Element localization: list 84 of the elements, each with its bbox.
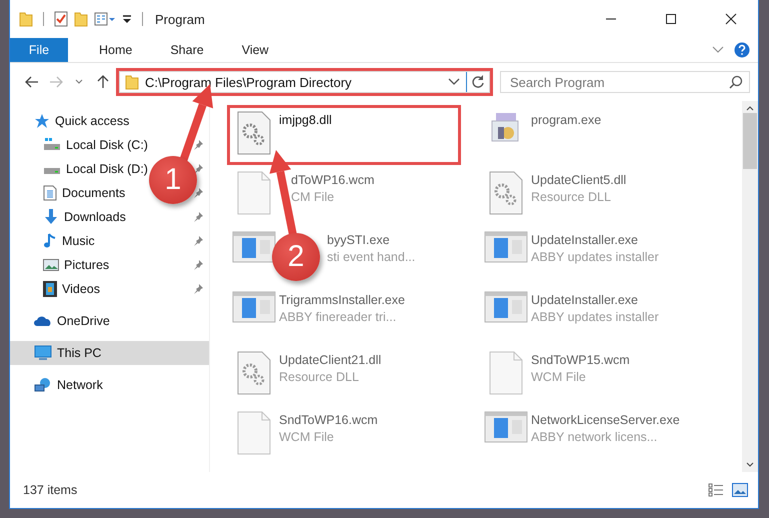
navigation-item[interactable]: Local Disk (D:) bbox=[66, 162, 148, 176]
file-name: imjpg8.dll bbox=[279, 113, 332, 127]
help-icon[interactable] bbox=[734, 42, 750, 58]
file-name[interactable]: UpdateInstaller.exe bbox=[531, 293, 659, 307]
blank-file-icon bbox=[489, 351, 523, 395]
application-icon bbox=[484, 291, 528, 323]
music-note-icon bbox=[43, 233, 57, 249]
monitor-icon bbox=[34, 345, 52, 361]
blank-file-icon bbox=[237, 411, 271, 455]
maximize-icon bbox=[665, 13, 677, 25]
window-title: Program bbox=[155, 12, 205, 26]
gear-file-icon bbox=[237, 111, 271, 155]
navigation-item[interactable]: Pictures bbox=[64, 258, 110, 272]
file-name[interactable]: byySTI.exe bbox=[327, 233, 416, 247]
properties-icon[interactable] bbox=[54, 11, 68, 27]
navigation-item[interactable]: Local Disk (C:) bbox=[66, 138, 148, 152]
file-menu-tab[interactable]: File bbox=[10, 38, 68, 62]
ribbon-tab[interactable]: View bbox=[222, 38, 288, 62]
network-icon bbox=[34, 377, 52, 393]
close-icon bbox=[725, 13, 737, 25]
film-icon bbox=[43, 281, 57, 297]
navigation-item[interactable]: Network bbox=[57, 378, 103, 392]
large-icons-view-icon[interactable] bbox=[732, 483, 748, 497]
file-name[interactable]: UpdateClient21.dll bbox=[279, 353, 382, 367]
file-type: ABBY network licens... bbox=[531, 430, 658, 444]
details-view-icon[interactable] bbox=[708, 483, 724, 497]
folder-icon bbox=[124, 74, 139, 90]
star-icon bbox=[34, 113, 50, 129]
navigation-item[interactable]: Music bbox=[62, 234, 95, 248]
file-type: Resource DLL bbox=[531, 190, 612, 204]
gear-file-icon bbox=[237, 351, 271, 395]
scrollbar-thumb[interactable] bbox=[743, 113, 757, 169]
file-type: Resource DLL bbox=[279, 370, 360, 384]
blank-file-icon bbox=[237, 171, 271, 215]
folder-icon bbox=[19, 11, 33, 27]
file-type: WCM File bbox=[279, 430, 335, 444]
navigation-item[interactable]: OneDrive bbox=[57, 314, 110, 328]
address-dropdown-caret-icon[interactable] bbox=[448, 78, 460, 86]
file-type: ABBY finereader tri... bbox=[279, 310, 398, 324]
file-type: ABBY updates installer bbox=[531, 250, 659, 264]
file-name[interactable]: SndToWP15.wcm bbox=[531, 353, 630, 367]
application-icon bbox=[232, 291, 276, 323]
file-name[interactable]: TrigrammsInstaller.exe bbox=[279, 293, 405, 307]
customize-caret-icon[interactable] bbox=[122, 13, 132, 25]
item-count: 137 items bbox=[23, 483, 78, 497]
drive-icon bbox=[43, 138, 61, 152]
file-name[interactable]: UpdateInstaller.exe bbox=[531, 233, 659, 247]
application-icon bbox=[484, 411, 528, 443]
search-icon[interactable] bbox=[728, 75, 743, 89]
scroll-up-icon[interactable] bbox=[746, 105, 754, 111]
search-field[interactable]: Search Program bbox=[500, 71, 750, 93]
refresh-icon[interactable] bbox=[470, 75, 485, 89]
application-icon bbox=[232, 231, 276, 263]
file-type: CM File bbox=[291, 190, 336, 204]
navigation-item[interactable]: Downloads bbox=[64, 210, 126, 224]
ribbon-tab[interactable]: Home bbox=[80, 38, 152, 62]
file-name[interactable]: UpdateClient5.dll bbox=[531, 173, 626, 187]
ribbon-tab[interactable]: Share bbox=[151, 38, 223, 62]
cloud-icon bbox=[34, 315, 52, 327]
file-name[interactable]: SndToWP16.wcm bbox=[279, 413, 378, 427]
scrollbar[interactable] bbox=[742, 101, 758, 472]
back-arrow-icon[interactable] bbox=[24, 76, 39, 88]
navigation-item[interactable]: Documents bbox=[62, 186, 126, 200]
view-options-icon[interactable] bbox=[94, 11, 116, 27]
address-bar[interactable]: C:\Program Files\Program Directory bbox=[118, 71, 490, 93]
up-arrow-icon[interactable] bbox=[97, 75, 110, 89]
application-icon bbox=[484, 231, 528, 263]
file-type: WCM File bbox=[531, 370, 587, 384]
file-type: sti event hand... bbox=[327, 250, 416, 264]
document-icon bbox=[43, 185, 57, 201]
file-item[interactable]: imjpg8.dll bbox=[229, 107, 459, 163]
navigation-item[interactable]: Quick access bbox=[55, 114, 130, 128]
file-name[interactable]: dToWP16.wcm bbox=[291, 173, 374, 187]
download-icon bbox=[43, 209, 59, 225]
file-name[interactable]: program.exe bbox=[531, 113, 602, 127]
file-name[interactable]: NetworkLicenseServer.exe bbox=[531, 413, 680, 427]
recent-locations-caret-icon[interactable] bbox=[75, 79, 84, 85]
navigation-item[interactable]: Videos bbox=[62, 282, 100, 296]
navigation-item[interactable]: This PC bbox=[10, 341, 209, 365]
picture-icon bbox=[43, 258, 59, 272]
file-type: ABBY updates installer bbox=[531, 310, 659, 324]
expand-ribbon-icon[interactable] bbox=[712, 46, 724, 54]
gear-file-icon bbox=[489, 171, 523, 215]
scroll-down-icon[interactable] bbox=[746, 462, 754, 468]
